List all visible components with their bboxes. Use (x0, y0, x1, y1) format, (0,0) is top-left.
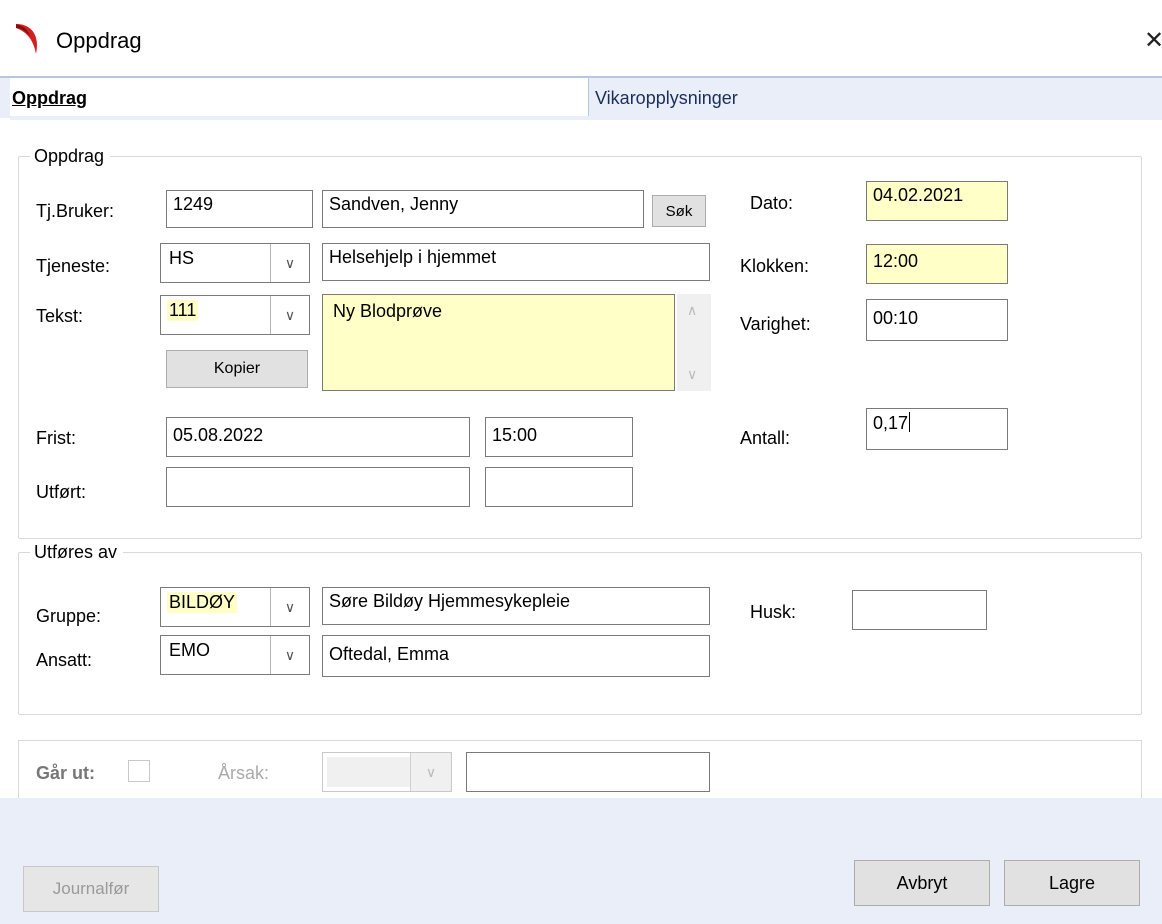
chevron-down-icon[interactable]: ∨ (270, 588, 309, 626)
title-bar: Oppdrag ✕ (0, 0, 1162, 74)
tab-oppdrag[interactable]: Oppdrag (10, 78, 589, 118)
chevron-down-icon[interactable]: ∨ (410, 753, 451, 791)
tab-bar-bottom-edge (10, 116, 1162, 120)
arsak-text-field[interactable] (466, 752, 710, 792)
gar-ut-checkbox[interactable] (128, 760, 150, 782)
klokken-label: Klokken: (740, 256, 810, 276)
utfort-date-field[interactable] (166, 467, 470, 507)
arsak-select-value (327, 757, 411, 787)
kopier-button[interactable]: Kopier (166, 350, 308, 388)
scroll-up-icon[interactable]: ∧ (687, 302, 697, 319)
tj-bruker-label: Tj.Bruker: (36, 201, 115, 221)
chevron-down-icon[interactable]: ∨ (270, 244, 309, 282)
tjeneste-select[interactable]: HS ∨ (160, 243, 310, 283)
tab-oppdrag-label: Oppdrag (12, 88, 87, 108)
avbryt-button[interactable]: Avbryt (854, 860, 990, 906)
husk-field[interactable] (852, 590, 987, 630)
antall-field[interactable]: 0,17 (866, 408, 1008, 450)
scroll-down-icon[interactable]: ∨ (687, 366, 697, 383)
chevron-down-icon[interactable]: ∨ (270, 636, 309, 674)
tj-bruker-name-field[interactable]: Sandven, Jenny (322, 190, 644, 228)
tj-bruker-id-field[interactable]: 1249 (166, 190, 313, 228)
frist-label: Frist: (36, 428, 76, 448)
window-title: Oppdrag (56, 28, 142, 53)
ansatt-label: Ansatt: (36, 650, 93, 670)
dato-label: Dato: (750, 193, 794, 213)
arsak-label: Årsak: (218, 763, 270, 783)
antall-label: Antall: (740, 428, 791, 448)
tab-vikaropplysninger-label: Vikaropplysninger (595, 88, 738, 108)
varighet-field[interactable]: 00:10 (866, 299, 1008, 341)
ansatt-select-value: EMO (169, 640, 211, 660)
arsak-select[interactable]: ∨ (322, 752, 452, 792)
tekst-label: Tekst: (36, 306, 84, 326)
utfort-label: Utført: (36, 482, 86, 502)
antall-value: 0,17 (873, 413, 909, 433)
ansatt-select[interactable]: EMO ∨ (160, 635, 310, 675)
close-icon[interactable]: ✕ (1144, 26, 1162, 55)
dato-field[interactable]: 04.02.2021 (866, 181, 1008, 221)
search-button[interactable]: Søk (652, 195, 706, 227)
husk-label: Husk: (750, 602, 797, 622)
tekst-select[interactable]: 111 ∨ (160, 295, 310, 335)
utfores-legend: Utføres av (30, 542, 124, 563)
lagre-button[interactable]: Lagre (1004, 860, 1140, 906)
ansatt-name-field[interactable]: Oftedal, Emma (322, 635, 710, 677)
oppdrag-legend: Oppdrag (30, 146, 111, 167)
gruppe-select[interactable]: BILDØY ∨ (160, 587, 310, 627)
tekst-scrollbar[interactable]: ∧ ∨ (677, 294, 711, 391)
tjeneste-description-field[interactable]: Helsehjelp i hjemmet (322, 243, 710, 281)
frist-date-field[interactable]: 05.08.2022 (166, 417, 470, 457)
gar-ut-label: Går ut: (36, 763, 96, 783)
gruppe-select-value: BILDØY (167, 592, 238, 613)
app-logo-icon (10, 18, 42, 58)
utfort-time-field[interactable] (485, 467, 633, 507)
gruppe-name-field[interactable]: Søre Bildøy Hjemmesykepleie (322, 587, 710, 625)
varighet-label: Varighet: (740, 314, 811, 334)
utfores-groupbox (18, 552, 1142, 715)
tekst-select-value: 111 (167, 300, 199, 321)
klokken-field[interactable]: 12:00 (866, 244, 1008, 284)
journalfor-button[interactable]: Journalfør (23, 866, 159, 912)
tjeneste-label: Tjeneste: (36, 256, 111, 276)
tab-vikaropplysninger[interactable]: Vikaropplysninger (589, 78, 1162, 118)
frist-time-field[interactable]: 15:00 (485, 417, 633, 457)
tekst-textarea[interactable]: Ny Blodprøve (322, 294, 675, 391)
chevron-down-icon[interactable]: ∨ (270, 296, 309, 334)
tjeneste-select-value: HS (169, 248, 195, 268)
tab-bar: Oppdrag Vikaropplysninger (0, 76, 1162, 118)
text-cursor (909, 412, 911, 432)
gruppe-label: Gruppe: (36, 606, 102, 626)
